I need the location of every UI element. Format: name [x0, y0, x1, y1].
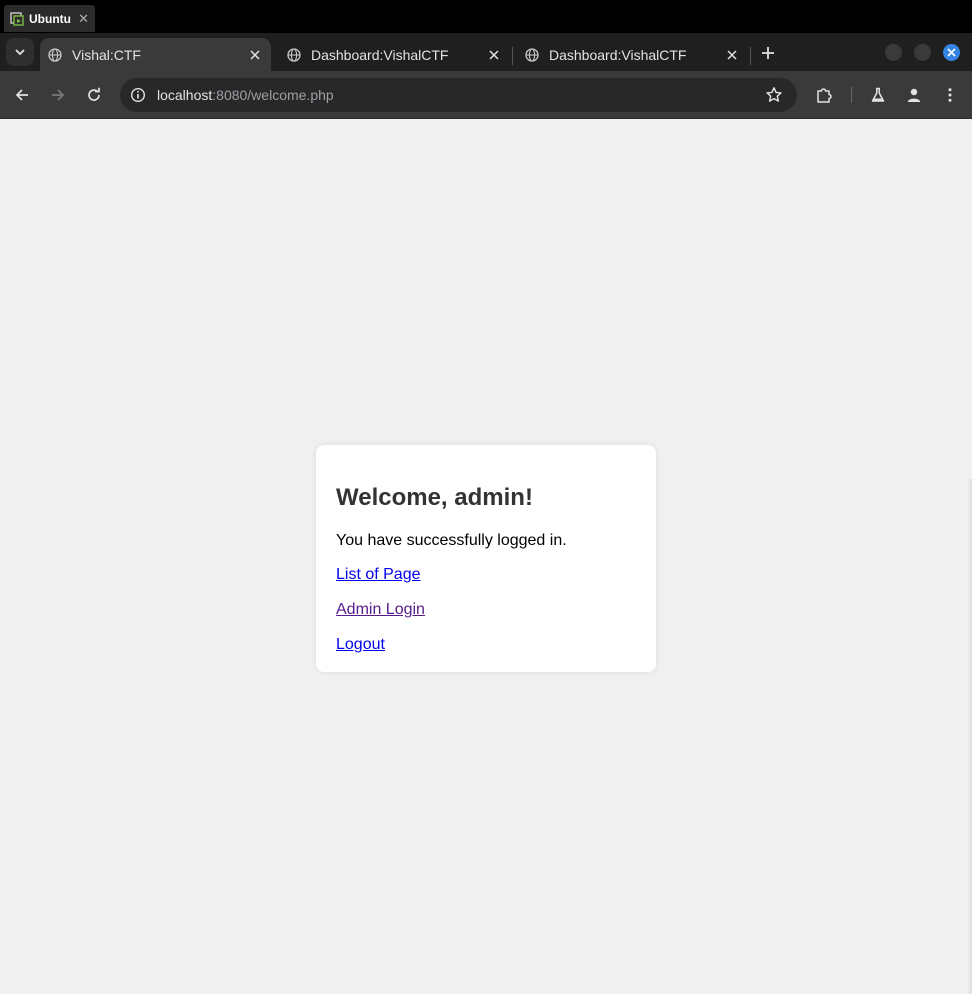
page-content: Welcome, admin! You have successfully lo…	[0, 119, 972, 994]
address-bar[interactable]: localhost:8080/welcome.php	[120, 78, 797, 112]
tab-title: Dashboard:VishalCTF	[549, 46, 687, 63]
minimize-button[interactable]	[885, 44, 902, 61]
toolbar-divider	[851, 87, 852, 103]
os-window-tab[interactable]: Ubuntu ✕	[4, 5, 95, 32]
globe-icon	[48, 47, 62, 62]
close-icon[interactable]	[247, 47, 263, 63]
maximize-button[interactable]	[914, 44, 931, 61]
more-vert-icon	[948, 88, 952, 102]
labs-button[interactable]	[866, 83, 890, 107]
bookmark-star-icon[interactable]	[765, 86, 783, 104]
puzzle-icon	[817, 88, 832, 103]
close-icon[interactable]	[724, 47, 740, 63]
reload-icon	[88, 87, 100, 101]
tab-title: Dashboard:VishalCTF	[311, 46, 449, 63]
url-text: localhost:8080/welcome.php	[157, 87, 334, 103]
person-icon	[907, 88, 921, 102]
welcome-card: Welcome, admin! You have successfully lo…	[316, 445, 656, 672]
os-top-bar: Ubuntu ✕	[0, 0, 972, 33]
tab-separator	[750, 47, 751, 65]
os-tab-label: Ubuntu	[29, 11, 71, 26]
arrow-left-icon	[15, 89, 28, 101]
tab-separator	[512, 47, 513, 65]
globe-icon	[287, 47, 301, 62]
browser-toolbar: localhost:8080/welcome.php	[0, 71, 972, 119]
virtualbox-icon	[10, 11, 24, 26]
profile-button[interactable]	[902, 83, 926, 107]
menu-button[interactable]	[938, 83, 962, 107]
arrow-right-icon	[52, 89, 65, 101]
side-panel-edge	[967, 479, 972, 994]
site-info-icon[interactable]	[130, 87, 146, 103]
window-close-button[interactable]	[943, 44, 960, 61]
login-success-message: You have successfully logged in.	[336, 532, 567, 549]
browser-tab-vishal-ctf[interactable]: Vishal:CTF	[40, 38, 271, 71]
browser-tab-dashboard-2[interactable]: Dashboard:VishalCTF	[517, 38, 748, 71]
globe-icon	[525, 47, 539, 62]
list-of-page-link[interactable]: List of Page	[336, 566, 636, 584]
admin-login-link[interactable]: Admin Login	[336, 601, 636, 619]
plus-icon	[762, 47, 774, 59]
url-host: localhost	[157, 87, 213, 103]
tab-title: Vishal:CTF	[72, 46, 141, 63]
back-button[interactable]	[10, 83, 34, 107]
browser-tab-dashboard-1[interactable]: Dashboard:VishalCTF	[279, 38, 510, 71]
flask-icon	[871, 87, 885, 102]
browser-tab-strip: Vishal:CTF Dashboard:VishalCTF Dashboard…	[0, 33, 972, 71]
extensions-button[interactable]	[812, 83, 836, 107]
url-path: :8080/welcome.php	[212, 87, 334, 103]
tab-search-button[interactable]	[6, 38, 34, 66]
close-icon	[947, 48, 956, 57]
page-title: Welcome, admin!	[336, 484, 533, 511]
os-tab-close-icon[interactable]: ✕	[78, 11, 89, 27]
logout-link[interactable]: Logout	[336, 636, 636, 654]
new-tab-button[interactable]	[756, 41, 780, 65]
forward-button[interactable]	[46, 83, 70, 107]
chevron-down-icon	[15, 49, 25, 56]
close-icon[interactable]	[486, 47, 502, 63]
reload-button[interactable]	[82, 83, 106, 107]
